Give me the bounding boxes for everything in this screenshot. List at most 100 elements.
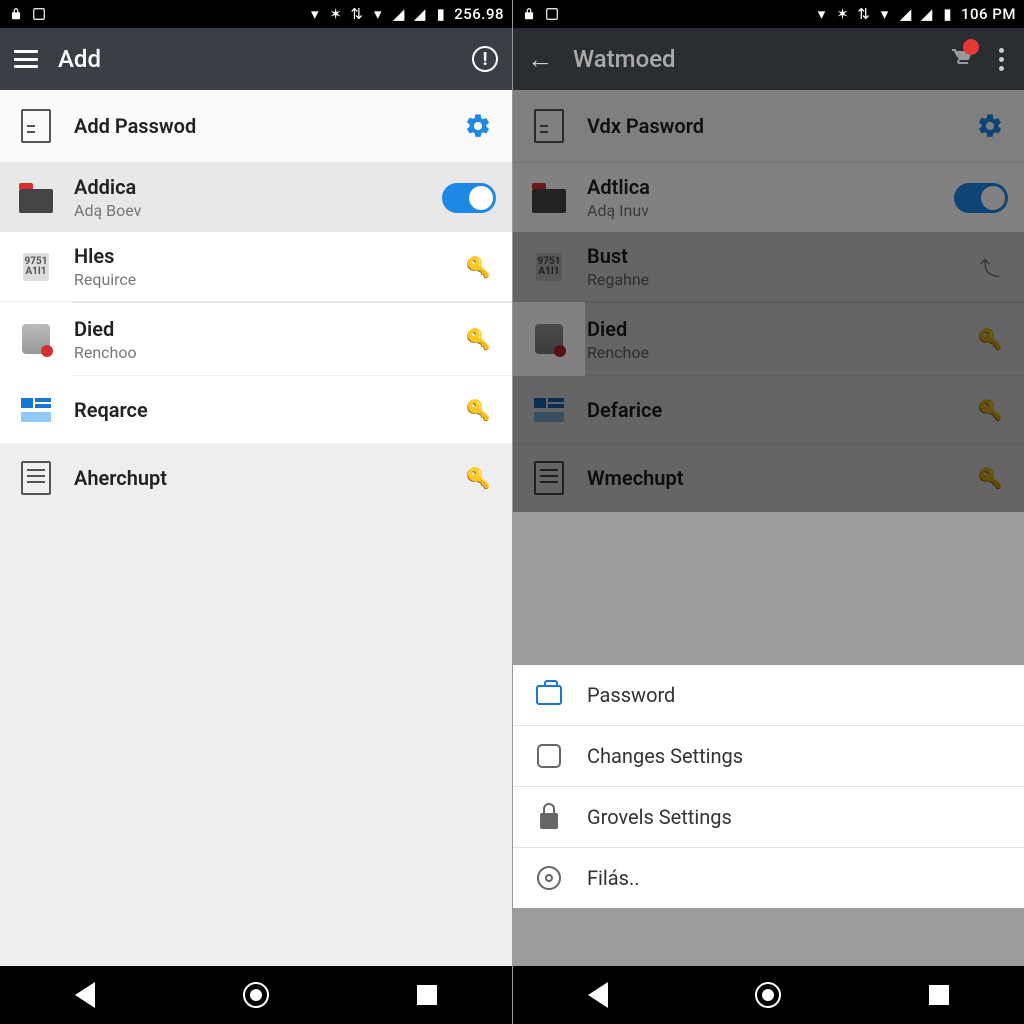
battery-icon: ▮	[940, 7, 955, 22]
sheet-item-filas[interactable]: Filás..	[513, 848, 1024, 908]
item-title: Wmechupt	[587, 466, 954, 490]
key-icon[interactable]: 🔑	[460, 466, 496, 490]
database-icon	[16, 319, 56, 359]
item-sub: Regahne	[587, 270, 954, 289]
app-bar: ← Watmoed	[513, 28, 1024, 90]
key-icon[interactable]: 🔑	[460, 398, 496, 422]
status-bar: ▾ ✶ ⇅ ▾ ◢ ◢ ▮ 256.98	[0, 0, 512, 28]
toggle-title: Adtlica	[587, 175, 936, 199]
sheet-label: Grovels Settings	[587, 805, 732, 829]
item-title: Died	[74, 317, 442, 341]
cell-icon: ◢	[412, 7, 427, 22]
doc-icon	[529, 106, 569, 146]
folder-icon	[529, 178, 569, 218]
briefcase-icon	[535, 681, 563, 709]
sheet-item-grovels[interactable]: Grovels Settings	[513, 787, 1024, 848]
wifi2-icon: ▾	[370, 7, 385, 22]
updown-icon: ⇅	[349, 7, 364, 22]
sheet-label: Password	[587, 683, 675, 707]
item-sub: Requirce	[74, 270, 442, 289]
signal-icon: ◢	[898, 7, 913, 22]
wifi2-icon: ▾	[877, 7, 892, 22]
doc-icon	[16, 106, 56, 146]
sheet-item-changes[interactable]: Changes Settings	[513, 726, 1024, 787]
status-time: 106 PM	[961, 5, 1016, 23]
key-icon[interactable]: 🔑	[972, 466, 1008, 490]
sheet-label: Filás..	[587, 866, 640, 890]
cell-icon: ◢	[919, 7, 934, 22]
doc-lines-icon	[16, 458, 56, 498]
cart-icon[interactable]	[949, 45, 973, 73]
nav-recent[interactable]	[407, 975, 447, 1015]
text-block-icon: 9751A1I1	[529, 247, 569, 287]
content-area: Add Passwod Addica Adą Boev 9751A1I1 Hle…	[0, 90, 512, 966]
key-icon[interactable]: 🔑	[972, 398, 1008, 422]
status-time: 256.98	[454, 5, 504, 23]
toggle-switch[interactable]	[442, 183, 496, 213]
bluetooth-icon: ✶	[835, 7, 850, 22]
toggle-switch[interactable]	[954, 183, 1008, 213]
gear-outline-icon	[535, 864, 563, 892]
list-item[interactable]: Aherchupt 🔑	[0, 444, 512, 512]
toggle-row[interactable]: Adtlica Adą Inuv	[513, 163, 1024, 232]
item-title: Hles	[74, 244, 442, 268]
database-icon	[529, 319, 569, 359]
doc-lines-icon	[529, 458, 569, 498]
item-sub: Renchoe	[587, 343, 954, 362]
toggle-sub: Adą Inuv	[587, 201, 936, 220]
sheet-label: Changes Settings	[587, 744, 743, 768]
nav-bar	[513, 966, 1024, 1024]
back-button[interactable]: ←	[527, 44, 553, 75]
nav-back[interactable]	[578, 975, 618, 1015]
item-title: Bust	[587, 244, 954, 268]
bottom-sheet: Password Changes Settings Grovels Settin…	[513, 665, 1024, 908]
key-icon[interactable]: 🔑	[460, 327, 496, 351]
signal-icon: ◢	[391, 7, 406, 22]
cart-badge	[963, 39, 979, 55]
nav-bar	[0, 966, 512, 1024]
header-row[interactable]: Add Passwod	[0, 90, 512, 163]
menu-button[interactable]	[14, 50, 38, 68]
settings-gear-icon[interactable]	[972, 112, 1008, 140]
updown-icon: ⇅	[856, 7, 871, 22]
share-icon[interactable]: ⤴	[972, 252, 1008, 281]
nav-back[interactable]	[65, 975, 105, 1015]
header-row[interactable]: Vdx Pasword	[513, 90, 1024, 163]
nav-home[interactable]	[236, 975, 276, 1015]
list-item[interactable]: Defarice 🔑	[513, 376, 1024, 444]
overflow-menu[interactable]	[993, 48, 1010, 71]
item-title: Defarice	[587, 398, 954, 422]
wifi-icon: ▾	[814, 7, 829, 22]
list-item[interactable]: Died Renchoo 🔑	[72, 302, 512, 376]
text-block-icon: 9751A1I1	[16, 247, 56, 287]
list-item[interactable]: 9751A1I1 Bust Regahne ⤴	[513, 232, 1024, 302]
square-status-icon	[31, 7, 46, 22]
key-icon[interactable]: 🔑	[460, 255, 496, 279]
key-icon[interactable]: 🔑	[972, 327, 1008, 351]
toggle-row[interactable]: Addica Adą Boev	[0, 163, 512, 232]
item-title: Reqarce	[74, 398, 442, 422]
list-item[interactable]: Reqarce 🔑	[0, 376, 512, 444]
app-title: Watmoed	[573, 45, 929, 73]
nav-recent[interactable]	[919, 975, 959, 1015]
alert-icon[interactable]: !	[472, 46, 498, 72]
list-item[interactable]: Wmechupt 🔑	[513, 444, 1024, 512]
list-item[interactable]: Died Renchoe 🔑	[585, 302, 1024, 376]
battery-icon: ▮	[433, 7, 448, 22]
item-sub: Renchoo	[74, 343, 442, 362]
tiles-icon	[16, 390, 56, 430]
item-title: Died	[587, 317, 954, 341]
nav-home[interactable]	[748, 975, 788, 1015]
content-area: Vdx Pasword Adtlica Adą Inuv 9751A1I1 Bu…	[513, 90, 1024, 966]
wifi-icon: ▾	[307, 7, 322, 22]
sheet-item-password[interactable]: Password	[513, 665, 1024, 726]
folder-icon	[16, 178, 56, 218]
phone-left: ▾ ✶ ⇅ ▾ ◢ ◢ ▮ 256.98 Add ! Add Passwod A…	[0, 0, 512, 1024]
item-title: Aherchupt	[74, 466, 442, 490]
header-title: Vdx Pasword	[587, 114, 954, 138]
toggle-title: Addica	[74, 175, 424, 199]
list-item[interactable]: 9751A1I1 Hles Requirce 🔑	[0, 232, 512, 302]
settings-gear-icon[interactable]	[460, 112, 496, 140]
square-status-icon	[544, 7, 559, 22]
app-title: Add	[58, 45, 452, 73]
